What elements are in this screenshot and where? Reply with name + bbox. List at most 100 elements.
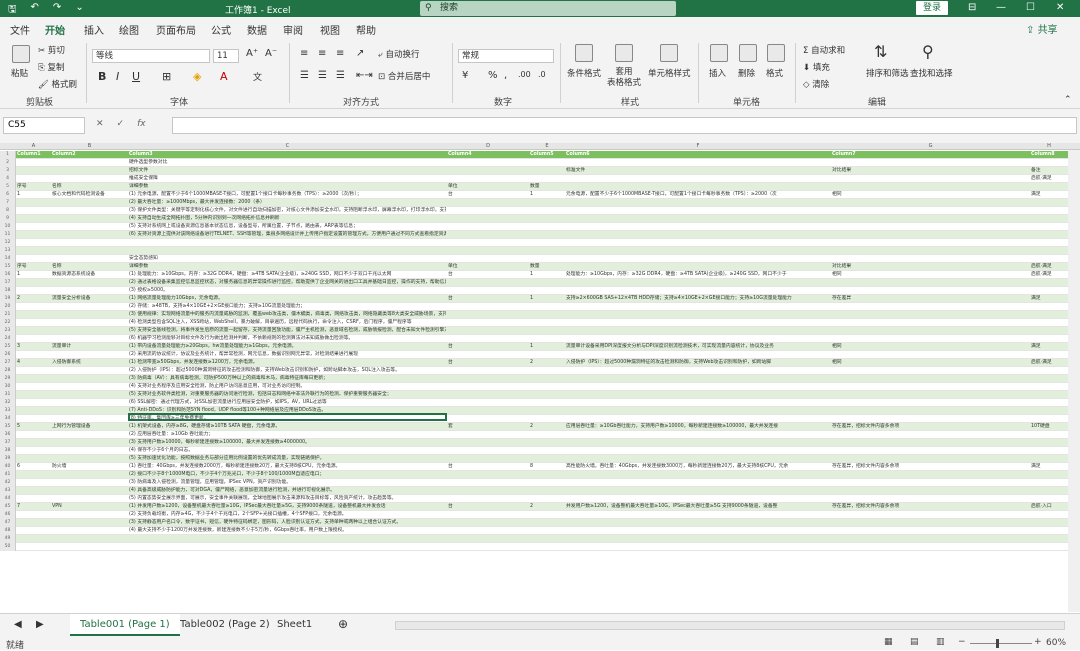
row-number[interactable]: 35 xyxy=(0,423,16,431)
cell[interactable]: Column6 xyxy=(566,151,830,159)
row-number[interactable]: 27 xyxy=(0,359,16,367)
find-icon[interactable]: ⚲ xyxy=(922,42,934,61)
cell[interactable]: (3) 保护文件类型：关键字等定制化核心文件，对文件进行自动扫描加密，对核心文件… xyxy=(129,207,446,215)
zoom-slider[interactable] xyxy=(970,643,1032,644)
cell[interactable]: 详细参数 xyxy=(129,263,446,271)
cell[interactable]: 启航·入口 xyxy=(1031,503,1067,511)
tab-review[interactable]: 审阅 xyxy=(283,22,303,37)
function-icon[interactable]: fx xyxy=(137,119,146,129)
underline-icon[interactable]: U xyxy=(132,70,140,83)
cell[interactable]: 推成安全保障 xyxy=(129,175,446,183)
sheet-tab-table002[interactable]: Table002 (Page 2) xyxy=(180,619,270,630)
name-box[interactable]: C55 xyxy=(3,117,85,134)
cell[interactable]: 启航·满足 xyxy=(1031,263,1067,271)
collapse-ribbon-icon[interactable]: ⌃ xyxy=(1064,95,1072,105)
cell[interactable]: 备注 xyxy=(1031,167,1067,175)
cell[interactable]: (4) 具备高级威胁防护能力，可对DGA，僵尸网络，恶意加密流量进行检测，并进行… xyxy=(129,487,446,495)
cell[interactable]: (1) 带内设备流量处理能力≥20Gbps，hw流量处理能力≥1Gbps，元余电… xyxy=(129,343,446,351)
align-top-icon[interactable]: ≡ xyxy=(300,48,308,59)
cell[interactable]: 启航·满足 xyxy=(1031,359,1067,367)
cell[interactable]: 启航·满足 xyxy=(1031,271,1067,279)
row-number[interactable]: 48 xyxy=(0,527,16,535)
row-number[interactable]: 50 xyxy=(0,543,16,551)
zoom-level[interactable]: 60% xyxy=(1046,638,1066,648)
cell[interactable]: 1 xyxy=(17,191,50,199)
cell[interactable]: 1 xyxy=(530,295,564,303)
cell[interactable]: (3) 防病毒（AV）：具有病毒检测，可防护500万种以上的病毒和木马，病毒特征… xyxy=(129,375,446,383)
row-number[interactable]: 28 xyxy=(0,367,16,375)
row-number[interactable]: 24 xyxy=(0,335,16,343)
decrease-decimal-icon[interactable]: .0 xyxy=(538,70,546,79)
row-number[interactable]: 19 xyxy=(0,295,16,303)
font-color-icon[interactable]: A xyxy=(220,70,228,83)
cell[interactable]: (2) 支持负载均衡，内存≥4G，不少于4个千兆电口，2个SFP+光接口插槽，4… xyxy=(129,511,446,519)
cell[interactable]: 台 xyxy=(448,359,528,367)
find-select-button[interactable]: 查找和选择 xyxy=(910,67,953,79)
align-right-icon[interactable]: ☰ xyxy=(336,70,345,81)
cell-style-icon[interactable] xyxy=(660,44,678,62)
cell[interactable]: 2 xyxy=(530,503,564,511)
cell[interactable]: 名称 xyxy=(52,263,127,271)
cell[interactable]: 单位 xyxy=(448,183,528,191)
cell[interactable]: 防火墙 xyxy=(52,463,127,471)
cell[interactable]: (6) 机器学习检测能够对目标文件及行为做出检测并判断，不依赖规则的检测算法对未… xyxy=(129,335,446,343)
font-name-select[interactable]: 等线 xyxy=(92,49,210,63)
row-number[interactable]: 23 xyxy=(0,327,16,335)
row-number[interactable]: 4 xyxy=(0,175,16,183)
clear-button[interactable]: ◇ 清除 xyxy=(803,78,829,90)
row-number[interactable]: 7 xyxy=(0,199,16,207)
format-cells-button[interactable]: 格式 xyxy=(766,67,783,79)
row-number[interactable]: 25 xyxy=(0,343,16,351)
cell[interactable]: 相同 xyxy=(832,191,1029,199)
cell[interactable]: (3) 防病毒及入侵检测，流量管理，应用管理，IPSec VPN，资产识别功能。 xyxy=(129,479,446,487)
row-number[interactable]: 17 xyxy=(0,279,16,287)
cell[interactable]: 10T硬盘 xyxy=(1031,423,1067,431)
row-number[interactable]: 2 xyxy=(0,159,16,167)
indent-icon[interactable]: ⇤⇥ xyxy=(356,70,373,81)
cell[interactable]: 台 xyxy=(448,343,528,351)
cell[interactable]: 核心文档和代码检测设备 xyxy=(52,191,127,199)
tab-home[interactable]: 开始 xyxy=(45,22,65,42)
cell[interactable]: 序号 xyxy=(17,183,50,191)
cell[interactable]: (2) 接口不少于8个1000M电口，不少于4个万兆光口，不少于8个100/10… xyxy=(129,471,446,479)
row-number[interactable]: 31 xyxy=(0,391,16,399)
tab-formulas[interactable]: 公式 xyxy=(211,22,231,37)
cell[interactable]: 相同 xyxy=(832,343,1029,351)
row-number[interactable]: 39 xyxy=(0,455,16,463)
number-format-select[interactable]: 常规 xyxy=(458,49,554,63)
increase-decimal-icon[interactable]: .00 xyxy=(518,70,531,79)
table-format-button[interactable]: 套用 表格格式 xyxy=(607,67,641,89)
cell[interactable]: (5) 支持安全基线检测，将事件发生后原的流量一起留存，支持流量回放功能，僵尸主… xyxy=(129,327,446,335)
cell[interactable]: 入侵防护（IPS）：超过5000种漏洞特征的攻击检测和防御，支持Web攻击识别和… xyxy=(566,359,830,367)
cell[interactable]: 单位 xyxy=(448,263,528,271)
vertical-scrollbar[interactable] xyxy=(1068,150,1080,612)
close-icon[interactable]: ✕ xyxy=(1056,2,1064,13)
row-number[interactable]: 49 xyxy=(0,535,16,543)
column-header-d[interactable]: D xyxy=(447,143,529,149)
row-number[interactable]: 9 xyxy=(0,215,16,223)
formula-input[interactable] xyxy=(172,117,1077,134)
currency-icon[interactable]: ¥ xyxy=(462,70,468,81)
zoom-in-icon[interactable]: + xyxy=(1034,637,1042,647)
comma-icon[interactable]: , xyxy=(504,70,507,81)
row-number[interactable]: 47 xyxy=(0,519,16,527)
worksheet-grid[interactable]: ABCDEFGH 1 Column1 Column2 Column3 Column4 Co… xyxy=(0,143,1080,613)
cell[interactable]: 台 xyxy=(448,463,528,471)
cell[interactable]: (1) 处理能力：≥10Gbps，内存：≥32G DDR4，硬盘：≥4TB SA… xyxy=(129,271,446,279)
cell[interactable]: 支持≥2×600GB SAS+12×4TB HDD存储；支持≥4×10GE+2×… xyxy=(566,295,830,303)
cell[interactable]: 并发用户数≥1200，设备整机最大吞吐量≥10G，IPSec最大吞吐量≥5G 支… xyxy=(566,503,830,511)
row-number[interactable]: 11 xyxy=(0,231,16,239)
minimize-icon[interactable]: — xyxy=(996,2,1006,13)
align-middle-icon[interactable]: ≡ xyxy=(318,48,326,59)
cell[interactable]: Column7 xyxy=(832,151,1029,159)
cell[interactable]: 数量 xyxy=(530,263,564,271)
zoom-slider-thumb[interactable] xyxy=(996,639,999,648)
row-number[interactable]: 1 xyxy=(0,151,16,159)
cell[interactable]: (1) 吞吐量：40Gbps，并发连接数2000万，每秒新建连接数20万，最大支… xyxy=(129,463,446,471)
row-number[interactable]: 32 xyxy=(0,399,16,407)
row-number[interactable]: 30 xyxy=(0,383,16,391)
cell[interactable]: 流量审计 xyxy=(52,343,127,351)
row-number[interactable]: 10 xyxy=(0,223,16,231)
row-number[interactable]: 33 xyxy=(0,407,16,415)
merge-center-button[interactable]: ⊡ 合并后居中 xyxy=(378,70,430,82)
